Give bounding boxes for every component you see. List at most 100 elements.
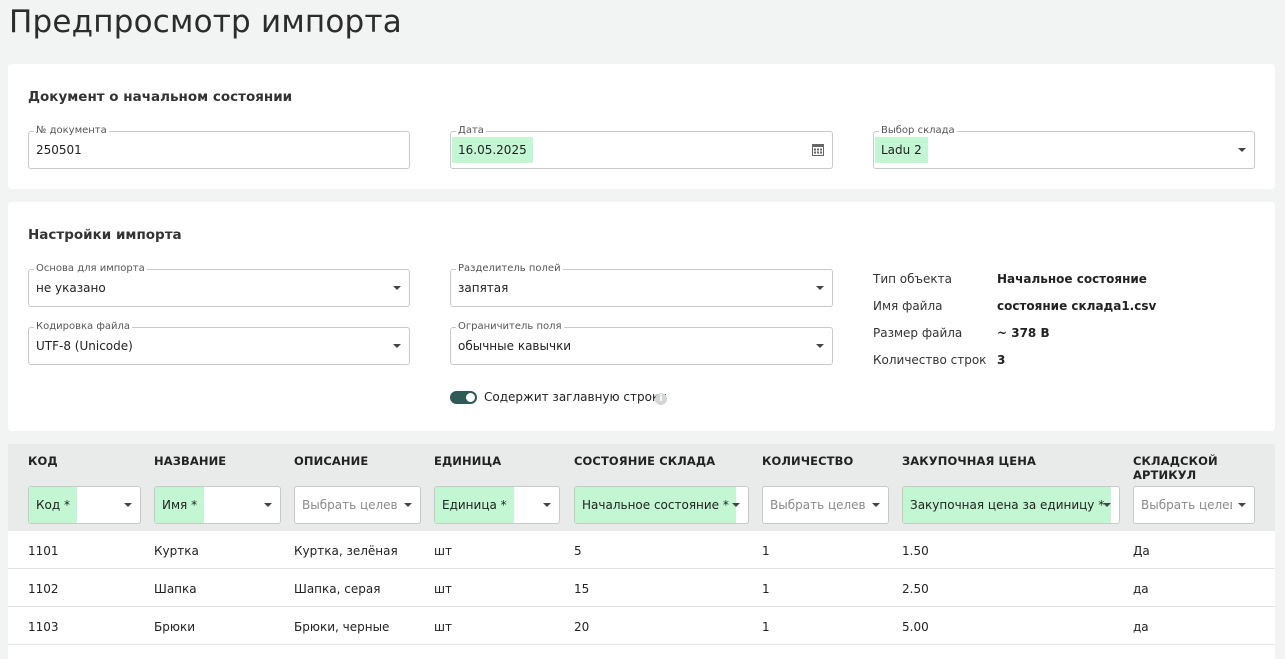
chevron-down-icon xyxy=(264,503,272,507)
table-cell: Да xyxy=(1133,544,1150,558)
field-separator-select[interactable]: Разделитель полей запятая xyxy=(450,263,833,307)
chevron-down-icon xyxy=(1238,503,1246,507)
warehouse-value: Ladu 2 xyxy=(875,137,928,163)
column-header: СОСТОЯНИЕ СКЛАДА xyxy=(574,454,716,468)
field-delimiter-select[interactable]: Ограничитель поля обычные кавычки xyxy=(450,321,833,365)
column-mapping-select[interactable]: Закупочная цена за единицу * xyxy=(902,486,1120,524)
column-mapping-select[interactable]: Начальное состояние * xyxy=(574,486,749,524)
table-cell: 1 xyxy=(762,544,770,558)
date-value-wrap: 16.05.2025 xyxy=(452,137,533,163)
chevron-down-icon xyxy=(393,344,401,348)
table-cell: Шапка xyxy=(154,582,197,596)
document-card: Документ о начальном состоянии № докумен… xyxy=(8,64,1275,189)
chevron-down-icon xyxy=(872,503,880,507)
info-row-file-name: Имя файла состояние склада1.csv xyxy=(873,299,1156,326)
import-table-header: КОД НАЗВАНИЕ ОПИСАНИЕ ЕДИНИЦА СОСТОЯНИЕ … xyxy=(8,444,1275,531)
chevron-down-icon xyxy=(816,286,824,290)
chevron-down-icon xyxy=(124,503,132,507)
import-table-body: 1101 Куртка Куртка, зелёная шт 5 1 1.50 … xyxy=(8,531,1275,659)
doc-number-value: 250501 xyxy=(36,143,82,157)
column-mapping-value: Начальное состояние * xyxy=(575,487,736,523)
column-header: СКЛАДСКОЙ АРТИКУЛ xyxy=(1133,454,1218,482)
page-title: Предпросмотр импорта xyxy=(9,4,402,40)
settings-heading: Настройки импорта xyxy=(28,227,182,243)
chevron-down-icon xyxy=(816,344,824,348)
table-cell: Брюки xyxy=(154,620,195,634)
table-cell: 1 xyxy=(762,620,770,634)
info-value: Начальное состояние xyxy=(997,272,1147,286)
column-mapping-select[interactable]: Выбрать целевое поле xyxy=(294,486,421,524)
column-mapping-select[interactable]: Выбрать целевое поле xyxy=(1133,486,1255,524)
column-mapping-placeholder: Выбрать целевое поле xyxy=(302,498,398,512)
import-basis-value: не указано xyxy=(36,281,106,295)
warehouse-select[interactable]: Выбор склада Ladu 2 xyxy=(873,125,1255,169)
info-value: ~ 378 B xyxy=(997,326,1050,340)
table-cell: Куртка, зелёная xyxy=(294,544,398,558)
warehouse-label: Выбор склада xyxy=(879,125,957,137)
info-icon[interactable]: i xyxy=(655,393,667,405)
date-value: 16.05.2025 xyxy=(452,137,533,163)
table-cell: Куртка xyxy=(154,544,199,558)
table-row: 1103 Брюки Брюки, черные шт 20 1 5.00 да xyxy=(8,607,1275,645)
file-encoding-select[interactable]: Кодировка файла UTF-8 (Unicode) xyxy=(28,321,410,365)
table-cell: 1 xyxy=(762,582,770,596)
column-header: ЗАКУПОЧНАЯ ЦЕНА xyxy=(902,454,1036,468)
chevron-down-icon xyxy=(1103,503,1111,507)
table-cell: 5 xyxy=(574,544,582,558)
info-key: Тип объекта xyxy=(873,272,952,286)
field-separator-value: запятая xyxy=(458,281,509,295)
info-key: Имя файла xyxy=(873,299,943,313)
info-row-row-count: Количество строк 3 xyxy=(873,353,1156,380)
table-cell: да xyxy=(1133,620,1149,634)
column-mapping-select[interactable]: Выбрать целевое поле xyxy=(762,486,889,524)
table-cell: 2.50 xyxy=(902,582,929,596)
field-delimiter-label: Ограничитель поля xyxy=(456,321,564,333)
table-cell: 1103 xyxy=(28,620,59,634)
column-mapping-select[interactable]: Имя * xyxy=(154,486,281,524)
chevron-down-icon xyxy=(543,503,551,507)
date-label: Дата xyxy=(456,125,486,137)
import-basis-select[interactable]: Основа для импорта не указано xyxy=(28,263,410,307)
table-cell: шт xyxy=(434,582,452,596)
doc-number-label: № документа xyxy=(34,125,109,137)
column-mapping-placeholder: Выбрать целевое поле xyxy=(1141,498,1232,512)
chevron-down-icon xyxy=(732,503,740,507)
import-settings-card: Настройки импорта Основа для импорта не … xyxy=(8,202,1275,431)
column-mapping-select[interactable]: Единица * xyxy=(434,486,560,524)
doc-number-field[interactable]: № документа 250501 xyxy=(28,125,410,169)
header-row-toggle[interactable] xyxy=(450,391,477,404)
table-cell: да xyxy=(1133,582,1149,596)
table-cell: 1101 xyxy=(28,544,59,558)
column-mapping-select[interactable]: Код * xyxy=(28,486,141,524)
chevron-down-icon xyxy=(393,286,401,290)
field-delimiter-value: обычные кавычки xyxy=(458,339,572,353)
column-mapping-placeholder: Выбрать целевое поле xyxy=(770,498,866,512)
file-info-list: Тип объекта Начальное состояние Имя файл… xyxy=(873,272,1156,380)
document-heading: Документ о начальном состоянии xyxy=(28,89,293,105)
info-key: Количество строк xyxy=(873,353,987,367)
calendar-icon[interactable] xyxy=(812,143,824,156)
table-row: 1101 Куртка Куртка, зелёная шт 5 1 1.50 … xyxy=(8,531,1275,569)
info-value: состояние склада1.csv xyxy=(997,299,1157,313)
column-header: НАЗВАНИЕ xyxy=(154,454,227,468)
warehouse-value-wrap: Ladu 2 xyxy=(875,137,928,163)
column-mapping-value: Единица * xyxy=(435,487,514,523)
table-cell: 1102 xyxy=(28,582,59,596)
date-field[interactable]: Дата 16.05.2025 xyxy=(450,125,833,169)
table-row: 1102 Шапка Шапка, серая шт 15 1 2.50 да xyxy=(8,569,1275,607)
column-mapping-value: Закупочная цена за единицу * xyxy=(903,487,1112,523)
table-cell: 5.00 xyxy=(902,620,929,634)
column-header: ЕДИНИЦА xyxy=(434,454,502,468)
chevron-down-icon xyxy=(404,503,412,507)
info-row-file-size: Размер файла ~ 378 B xyxy=(873,326,1156,353)
info-row-object-type: Тип объекта Начальное состояние xyxy=(873,272,1156,299)
table-cell: Шапка, серая xyxy=(294,582,381,596)
file-encoding-label: Кодировка файла xyxy=(34,321,133,333)
column-header: КОД xyxy=(28,454,58,468)
file-encoding-value: UTF-8 (Unicode) xyxy=(36,339,133,353)
table-cell: 15 xyxy=(574,582,590,596)
table-cell: 20 xyxy=(574,620,590,634)
table-cell: шт xyxy=(434,620,452,634)
column-header: КОЛИЧЕСТВО xyxy=(762,454,854,468)
table-cell: 1.50 xyxy=(902,544,929,558)
